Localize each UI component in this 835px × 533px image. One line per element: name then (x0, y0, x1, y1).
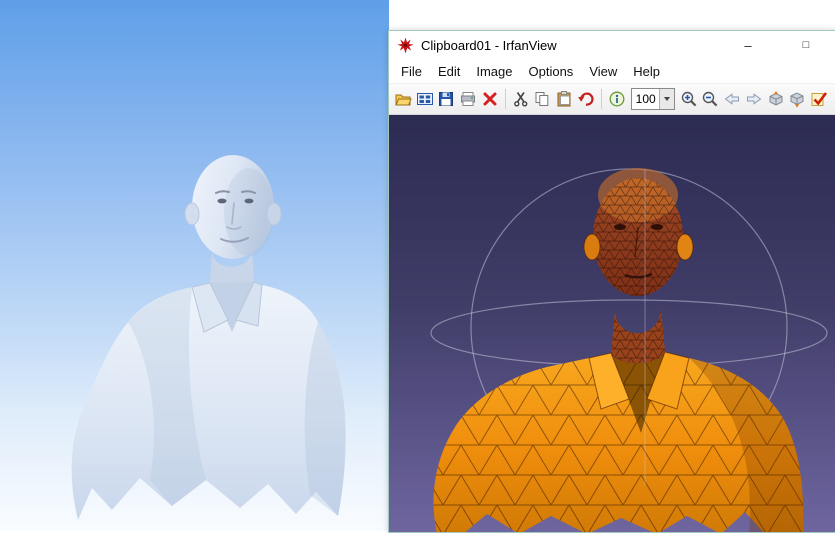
window-controls: – □ ✕ (719, 31, 835, 59)
window-title: Clipboard01 - IrfanView (421, 38, 557, 53)
eye-left (218, 199, 227, 204)
cut-icon[interactable] (511, 87, 531, 111)
irfanview-window: Clipboard01 - IrfanView – □ ✕ File Edit … (388, 30, 835, 533)
menu-view[interactable]: View (581, 61, 625, 82)
open-folder-icon[interactable] (393, 87, 413, 111)
mesh-ear-right (677, 234, 693, 260)
prev-file-box-icon[interactable] (766, 87, 786, 111)
menu-help[interactable]: Help (625, 61, 668, 82)
zoom-combo[interactable]: 100 (631, 88, 675, 110)
menu-edit[interactable]: Edit (430, 61, 468, 82)
menu-image[interactable]: Image (468, 61, 520, 82)
save-icon[interactable] (437, 87, 457, 111)
info-icon[interactable] (607, 87, 627, 111)
toolbar: 100 (389, 84, 835, 115)
lossless-check-icon[interactable] (809, 87, 829, 111)
nav-back-icon[interactable] (722, 87, 742, 111)
copy-icon[interactable] (533, 87, 553, 111)
minimize-button[interactable]: – (719, 31, 777, 59)
head-shading (224, 168, 274, 256)
mesh-eye-right (651, 224, 663, 230)
chevron-down-icon (664, 97, 670, 101)
pale-bust-render (0, 0, 389, 531)
neck-wire (611, 309, 665, 363)
mesh-eye-left (614, 224, 626, 230)
undo-icon[interactable] (576, 87, 596, 111)
zoom-value: 100 (632, 92, 659, 106)
ear-left (185, 203, 199, 225)
toolbar-separator (601, 89, 602, 109)
zoom-dropdown-button[interactable] (659, 89, 674, 109)
nav-forward-icon[interactable] (744, 87, 764, 111)
left-3d-viewport[interactable] (0, 0, 389, 531)
menu-options[interactable]: Options (521, 61, 582, 82)
ear-right (267, 203, 281, 225)
paste-icon[interactable] (554, 87, 574, 111)
eye-right (245, 199, 254, 204)
mesh-bust-render (389, 115, 835, 533)
menu-file[interactable]: File (393, 61, 430, 82)
image-viewport[interactable] (389, 115, 835, 533)
print-icon[interactable] (458, 87, 478, 111)
next-file-box-icon[interactable] (787, 87, 807, 111)
maximize-button[interactable]: □ (777, 31, 835, 59)
delete-icon[interactable] (480, 87, 500, 111)
toolbar-separator (505, 89, 506, 109)
thumbnails-icon[interactable] (415, 87, 435, 111)
zoom-in-icon[interactable] (679, 87, 699, 111)
mesh-ear-left (584, 234, 600, 260)
zoom-out-icon[interactable] (700, 87, 720, 111)
title-bar[interactable]: Clipboard01 - IrfanView – □ ✕ (389, 31, 835, 59)
irfanview-logo-icon (397, 37, 414, 54)
menu-bar: File Edit Image Options View Help (389, 59, 835, 84)
